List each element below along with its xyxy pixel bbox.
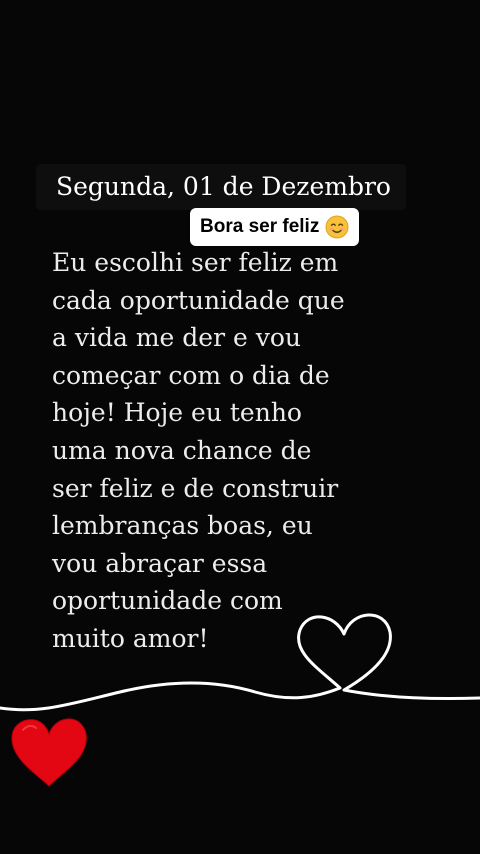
white-swirl-heart-icon [0, 613, 480, 712]
date-banner: Segunda, 01 de Dezembro [36, 164, 406, 210]
message-line: uma nova chance de [52, 435, 312, 465]
message-line: a vida me der e vou [52, 323, 301, 353]
message-line: ser feliz e de construir [52, 473, 339, 503]
message-line: cada oportunidade que [52, 285, 345, 315]
message-line: hoje! Hoje eu tenho [52, 398, 302, 428]
text-sticker[interactable]: Bora ser feliz [190, 208, 360, 246]
message-line: lembranças boas, eu [52, 511, 313, 541]
message-line: vou abraçar essa [52, 548, 268, 578]
message-text: Eu escolhi ser feliz em cada oportunidad… [52, 244, 392, 658]
red-heart-icon [11, 718, 87, 787]
sticker-label: Bora ser feliz [200, 216, 320, 237]
story-canvas: Segunda, 01 de Dezembro Bora ser feliz E… [0, 0, 480, 854]
smiling-face-icon [325, 215, 349, 239]
message-line: Eu escolhi ser feliz em [52, 248, 339, 277]
message-line: começar com o dia de [52, 360, 330, 390]
